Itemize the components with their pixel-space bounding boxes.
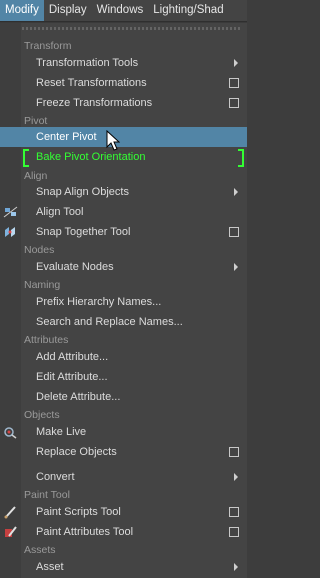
menu-item-bake-pivot-orientation[interactable]: Bake Pivot Orientation bbox=[0, 147, 247, 167]
menu-item-label: Bake Pivot Orientation bbox=[36, 151, 146, 163]
menu-item-paint-attributes-tool[interactable]: Paint Attributes Tool bbox=[0, 522, 247, 542]
menu-item-transformation-tools[interactable]: Transformation Tools bbox=[0, 53, 247, 73]
menu-item-label: Delete Attribute... bbox=[36, 391, 121, 403]
menu-item-freeze-transformations[interactable]: Freeze Transformations bbox=[0, 93, 247, 113]
section-assets: Assets bbox=[0, 543, 247, 557]
menu-item-asset[interactable]: Asset bbox=[0, 557, 247, 577]
menu-item-convert[interactable]: Convert bbox=[0, 467, 247, 487]
paint-attributes-icon bbox=[5, 526, 17, 537]
menu-item-label: Search and Replace Names... bbox=[36, 316, 183, 328]
menu-item-label: Snap Align Objects bbox=[36, 186, 129, 198]
submenu-arrow-icon bbox=[234, 263, 238, 271]
menu-item-label: Prefix Hierarchy Names... bbox=[36, 296, 162, 308]
menu-item-replace-objects[interactable]: Replace Objects bbox=[0, 442, 247, 462]
make-live-icon bbox=[4, 427, 17, 439]
section-label: Pivot bbox=[24, 115, 48, 127]
section-naming: Naming bbox=[0, 278, 247, 292]
menu-item-edit-attribute[interactable]: Edit Attribute... bbox=[0, 367, 247, 387]
menu-item-make-live[interactable]: Make Live bbox=[0, 422, 247, 442]
menu-item-label: Center Pivot bbox=[36, 131, 97, 143]
menu-item-evaluate-nodes[interactable]: Evaluate Nodes bbox=[0, 257, 247, 277]
menu-item-label: Reset Transformations bbox=[36, 77, 147, 89]
menu-item-label: Snap Together Tool bbox=[36, 226, 131, 238]
option-box-icon[interactable] bbox=[229, 527, 239, 537]
section-label: Objects bbox=[24, 409, 60, 421]
section-label: Assets bbox=[24, 544, 56, 556]
menu-item-label: Evaluate Nodes bbox=[36, 261, 114, 273]
align-tool-icon bbox=[3, 206, 18, 218]
mouse-pointer-icon bbox=[106, 130, 120, 151]
submenu-arrow-icon bbox=[234, 59, 238, 67]
option-box-icon[interactable] bbox=[229, 507, 239, 517]
menu-item-label: Add Attribute... bbox=[36, 351, 109, 363]
snap-together-icon bbox=[5, 227, 15, 237]
tear-off-handle[interactable] bbox=[22, 27, 240, 30]
section-align: Align bbox=[0, 169, 247, 183]
option-box-icon[interactable] bbox=[229, 227, 239, 237]
menu-item-add-attribute[interactable]: Add Attribute... bbox=[0, 347, 247, 367]
menu-item-label: Freeze Transformations bbox=[36, 97, 153, 109]
menu-item-label: Asset bbox=[36, 561, 64, 573]
option-box-icon[interactable] bbox=[229, 98, 239, 108]
menu-item-label: Edit Attribute... bbox=[36, 371, 108, 383]
menu-windows[interactable]: Windows bbox=[92, 0, 149, 21]
section-pivot: Pivot bbox=[0, 114, 247, 128]
section-attributes: Attributes bbox=[0, 333, 247, 347]
section-label: Paint Tool bbox=[24, 489, 70, 501]
menu-item-reset-transformations[interactable]: Reset Transformations bbox=[0, 73, 247, 93]
section-objects: Objects bbox=[0, 408, 247, 422]
section-transform: Transform bbox=[0, 39, 247, 53]
menu-item-prefix-hierarchy-names[interactable]: Prefix Hierarchy Names... bbox=[0, 292, 247, 312]
menu-item-label: Replace Objects bbox=[36, 446, 117, 458]
menu-item-snap-align-objects[interactable]: Snap Align Objects bbox=[0, 182, 247, 202]
submenu-arrow-icon bbox=[234, 563, 238, 571]
marking-bracket-left bbox=[23, 149, 29, 167]
menu-item-align-tool[interactable]: Align Tool bbox=[0, 202, 247, 222]
menu-item-delete-attribute[interactable]: Delete Attribute... bbox=[0, 387, 247, 407]
paint-scripts-icon bbox=[4, 506, 16, 519]
section-paint-tool: Paint Tool bbox=[0, 488, 247, 502]
menu-item-center-pivot[interactable]: Center Pivot bbox=[0, 127, 247, 147]
option-box-icon[interactable] bbox=[229, 78, 239, 88]
section-label: Transform bbox=[24, 40, 72, 52]
section-label: Nodes bbox=[24, 244, 55, 256]
option-box-icon[interactable] bbox=[229, 447, 239, 457]
menu-lighting-shading[interactable]: Lighting/Shad bbox=[148, 0, 228, 21]
modify-dropdown-menu: Transform Transformation Tools Reset Tra… bbox=[0, 22, 247, 578]
menu-item-paint-scripts-tool[interactable]: Paint Scripts Tool bbox=[0, 502, 247, 522]
marking-bracket-right bbox=[238, 149, 244, 167]
submenu-arrow-icon bbox=[234, 473, 238, 481]
menu-display[interactable]: Display bbox=[44, 0, 92, 21]
menu-item-search-replace-names[interactable]: Search and Replace Names... bbox=[0, 312, 247, 332]
menu-item-label: Transformation Tools bbox=[36, 57, 139, 69]
submenu-arrow-icon bbox=[234, 188, 238, 196]
section-label: Align bbox=[24, 170, 48, 182]
section-label: Attributes bbox=[24, 334, 69, 346]
menu-item-label: Make Live bbox=[36, 426, 87, 438]
menu-bar: Modify Display Windows Lighting/Shad bbox=[0, 0, 247, 22]
menu-item-label: Paint Attributes Tool bbox=[36, 526, 134, 538]
section-label: Naming bbox=[24, 279, 61, 291]
section-nodes: Nodes bbox=[0, 243, 247, 257]
menu-modify[interactable]: Modify bbox=[0, 0, 44, 21]
menu-item-snap-together-tool[interactable]: Snap Together Tool bbox=[0, 222, 247, 242]
menu-item-label: Paint Scripts Tool bbox=[36, 506, 121, 518]
menu-item-label: Convert bbox=[36, 471, 75, 483]
menu-item-label: Align Tool bbox=[36, 206, 84, 218]
